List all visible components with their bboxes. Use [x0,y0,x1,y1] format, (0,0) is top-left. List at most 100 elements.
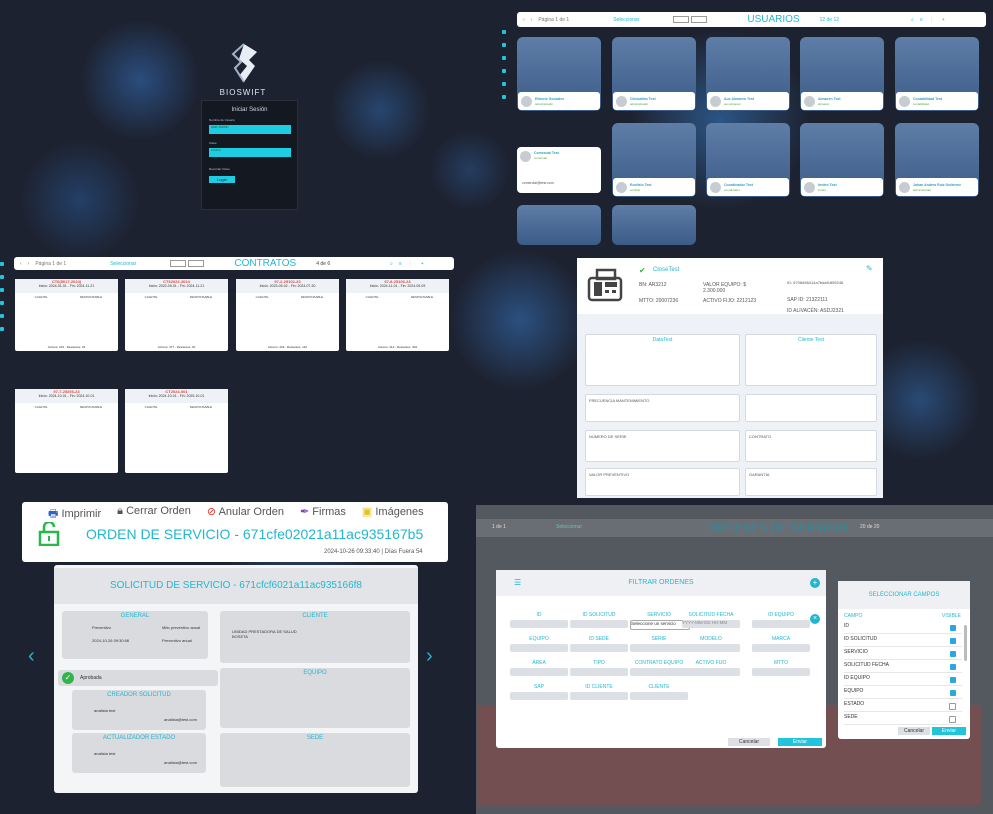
filter-input[interactable] [630,644,688,652]
settings-icon[interactable] [502,69,506,73]
visible-checkbox[interactable] [950,625,956,631]
visible-checkbox[interactable] [949,716,956,723]
add-filter-icon[interactable]: + [810,578,820,588]
images-button[interactable]: ▣ Imágenes [362,505,424,524]
filter-input[interactable] [752,644,810,652]
bell-icon[interactable] [502,56,506,60]
filter-input[interactable] [682,644,740,652]
select-cancel-button[interactable]: Cancelar [898,727,930,735]
visible-checkbox[interactable] [950,651,956,657]
select-send-button[interactable]: Enviar [932,727,966,735]
visible-checkbox[interactable] [950,677,956,683]
filter-input[interactable]: YYYY-MM-DD HH:MM [682,620,740,628]
remember-label[interactable]: Recordar Clave [209,167,230,171]
orders-select[interactable]: Seleccionar [556,524,582,530]
home-icon[interactable] [502,30,506,34]
user-card[interactable]: Coordinador Test coordinador [706,123,790,197]
document-icon[interactable] [0,327,4,331]
user-card[interactable]: Johan Andres Ruiz Gutierrez administrador [895,123,979,197]
chevron-right-icon[interactable]: › [531,17,533,23]
filter-input[interactable] [752,668,810,676]
list-icon[interactable]: ≡ [920,17,923,23]
search-icon[interactable]: ⌕ [911,17,914,23]
visible-checkbox[interactable] [949,703,956,710]
filter-input[interactable]: Seleccione un servicio [630,620,690,630]
select-field-row[interactable]: EQUIPO [844,688,962,699]
users-view-toggle[interactable] [673,16,690,23]
more-icon[interactable]: ⋮ [408,261,413,267]
user-card[interactable]: Almacen Test almacen [800,37,884,111]
contract-card[interactable]: CT2024-001 Inicio: 2024-10-01 - Fin: 2025… [125,389,228,473]
document-icon[interactable] [502,95,506,99]
contract-card[interactable]: CT6(5017-2024) Inicio: 2024-01-01 - Fin: … [15,279,118,351]
filter-input[interactable] [510,620,568,628]
user-card-popup[interactable]: Comercial Test comercial comercial@test.… [517,147,601,193]
filter-input[interactable] [570,668,628,676]
home-icon[interactable] [0,262,4,266]
select-field-row[interactable]: SERVICIO [844,649,962,660]
list-icon[interactable]: ≡ [399,261,402,267]
cancel-order-button[interactable]: ⊘ Anular Orden [207,505,284,524]
select-field-row[interactable]: SEDE [844,714,962,725]
search-icon[interactable]: ⌕ [390,261,393,267]
select-field-row[interactable]: SOLICITUD FECHA [844,662,962,673]
add-icon[interactable]: + [942,17,945,23]
users-select[interactable]: Seleccionar [613,17,639,23]
signatures-button[interactable]: ✒ Firmas [300,505,346,524]
filter-input[interactable] [570,692,628,700]
user-card[interactable]: Etienne Gonzalez administrador [517,37,601,111]
close-order-button[interactable]: 🔒︎ Cerrar Orden [117,505,191,524]
visible-checkbox[interactable] [950,664,956,670]
select-field-row[interactable]: ID EQUIPO [844,675,962,686]
select-field-row[interactable]: ESTADO [844,701,962,712]
settings-icon[interactable] [0,301,4,305]
contracts-view-toggle-2[interactable] [188,260,205,267]
prev-arrow-icon[interactable]: ‹ [28,645,35,668]
chevron-left-icon[interactable]: ‹ [523,17,525,23]
user-card[interactable]: Contabilidad Test contabilidad [895,37,979,111]
chevron-right-icon[interactable]: › [28,261,30,267]
contract-card[interactable]: 97-7-25206-23 Inicio: 2024-10-01 - Fin: 2… [15,389,118,473]
sede-card[interactable]: DataTest [585,334,740,386]
contract-card[interactable]: 97-2-25102-23 Inicio: 2023-05-02 - Fin: 2… [236,279,339,351]
filter-input[interactable] [570,620,628,628]
location-icon[interactable] [502,82,506,86]
filter-input[interactable] [630,668,688,676]
add-icon[interactable]: + [421,261,424,267]
bell-icon[interactable] [0,288,4,292]
contracts-view-toggle[interactable] [170,260,187,267]
user-card[interactable] [517,205,601,245]
more-icon[interactable]: ⋮ [929,17,934,23]
select-field-row[interactable]: ID SOLICITUD [844,636,962,647]
filter-input[interactable] [630,692,688,700]
filter-cancel-button[interactable]: Cancelar [728,738,770,746]
contracts-select[interactable]: Seleccionar [110,261,136,267]
user-card[interactable] [612,205,696,245]
user-card[interactable]: Clinicaltim Test administrador [612,37,696,111]
location-icon[interactable] [0,314,4,318]
user-icon[interactable] [0,275,4,279]
clear-filter-icon[interactable]: × [810,614,820,624]
chevron-left-icon[interactable]: ‹ [20,261,22,267]
login-button[interactable]: Login [209,176,235,183]
filter-input[interactable] [752,620,810,628]
scrollbar[interactable] [964,625,967,661]
filter-input[interactable] [682,668,740,676]
filter-send-button[interactable]: Enviar [778,738,822,746]
user-card[interactable]: Invitro Test invitro [800,123,884,197]
contract-card[interactable]: CT62022-2024 Inicio: 2022-09-01 - Fin: 20… [125,279,228,351]
visible-checkbox[interactable] [950,690,956,696]
next-arrow-icon[interactable]: › [426,645,433,668]
user-field[interactable]: user Admin [209,125,291,134]
cliente-card[interactable]: Cliente Test [745,334,877,386]
user-card[interactable]: Aux Almacen Test aux almacen [706,37,790,111]
contract-card[interactable]: 97-8-25106-23 Inicio: 2024-11-01 - Fin: 2… [346,279,449,351]
users-view-toggle-2[interactable] [691,16,708,23]
user-card[interactable]: Ecofisio Test ecofisio [612,123,696,197]
filter-input[interactable] [510,668,568,676]
user-icon[interactable] [502,43,506,47]
filter-input[interactable] [570,644,628,652]
filter-input[interactable] [510,692,568,700]
visible-checkbox[interactable] [950,638,956,644]
select-field-row[interactable]: ID [844,623,962,634]
